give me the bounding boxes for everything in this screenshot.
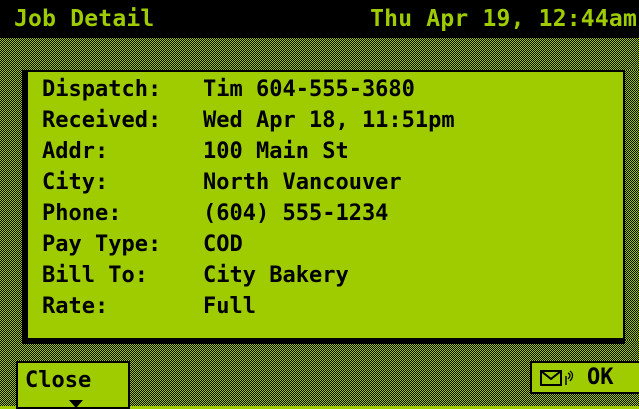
triangle-down-icon <box>69 400 83 408</box>
field-row-pay-type: Pay Type: COD <box>42 229 455 260</box>
field-label: Pay Type: <box>42 232 162 257</box>
panel-divider <box>22 340 625 344</box>
field-value: Full <box>203 294 256 319</box>
field-value: (604) 555-1234 <box>203 201 389 226</box>
field-value: COD <box>203 232 243 257</box>
field-value: 100 Main St <box>203 139 349 164</box>
field-row-rate: Rate: Full <box>42 291 455 322</box>
dither-background-top <box>0 38 639 70</box>
close-button[interactable]: Close <box>16 361 130 409</box>
field-row-city: City: North Vancouver <box>42 167 455 198</box>
field-label: Received: <box>42 108 162 133</box>
dither-background-right <box>625 70 639 340</box>
window-title: Job Detail <box>14 6 155 32</box>
field-list: Dispatch: Tim 604-555-3680 Received: Wed… <box>42 74 455 322</box>
field-value: North Vancouver <box>203 170 402 195</box>
close-button-label: Close <box>25 368 92 393</box>
field-label: Dispatch: <box>42 77 162 102</box>
pda-screen: Job Detail Thu Apr 19, 12:44am Dispatch:… <box>0 0 639 409</box>
envelope-icon <box>540 369 562 386</box>
field-value: Wed Apr 18, 11:51pm <box>203 108 455 133</box>
field-label: Phone: <box>42 201 122 226</box>
field-label: Rate: <box>42 294 109 319</box>
signal-icon <box>565 369 574 385</box>
ok-send-button[interactable]: OK <box>530 361 639 394</box>
field-value: City Bakery <box>203 263 349 288</box>
field-row-received: Received: Wed Apr 18, 11:51pm <box>42 105 455 136</box>
field-label: Bill To: <box>42 263 148 288</box>
field-label: Addr: <box>42 139 109 164</box>
field-value: Tim 604-555-3680 <box>203 77 415 102</box>
dither-background-left <box>0 70 26 340</box>
field-label: City: <box>42 170 109 195</box>
clock-datetime: Thu Apr 19, 12:44am <box>370 6 637 32</box>
ok-button-label: OK <box>587 365 614 390</box>
field-row-dispatch: Dispatch: Tim 604-555-3680 <box>42 74 455 105</box>
field-row-bill-to: Bill To: City Bakery <box>42 260 455 291</box>
field-row-phone: Phone: (604) 555-1234 <box>42 198 455 229</box>
title-bar: Job Detail Thu Apr 19, 12:44am <box>0 0 639 38</box>
job-detail-panel: Dispatch: Tim 604-555-3680 Received: Wed… <box>26 70 625 340</box>
field-row-addr: Addr: 100 Main St <box>42 136 455 167</box>
